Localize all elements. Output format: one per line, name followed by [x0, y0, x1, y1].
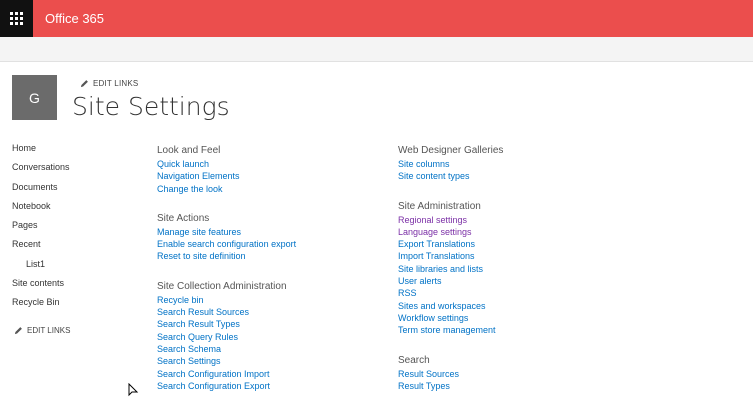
- link-user-alerts[interactable]: User alerts: [398, 275, 503, 287]
- link-workflow-settings[interactable]: Workflow settings: [398, 312, 503, 324]
- page-title: Site Settings: [72, 92, 230, 121]
- group-site-actions: Site Actions Manage site features Enable…: [157, 213, 296, 263]
- link-recycle-bin[interactable]: Recycle bin: [157, 294, 296, 306]
- link-regional-settings[interactable]: Regional settings: [398, 214, 503, 226]
- link-result-types[interactable]: Result Types: [398, 380, 503, 392]
- office365-brand-link[interactable]: Office 365: [45, 11, 104, 26]
- group-site-collection-admin: Site Collection Administration Recycle b…: [157, 281, 296, 392]
- pencil-icon: [14, 327, 22, 335]
- link-search-schema[interactable]: Search Schema: [157, 343, 296, 355]
- group-title: Search: [398, 354, 430, 366]
- nav-item-documents[interactable]: Documents: [12, 181, 132, 200]
- link-site-content-types[interactable]: Site content types: [398, 170, 503, 182]
- nav-item-conversations[interactable]: Conversations: [12, 161, 132, 180]
- site-logo[interactable]: G: [12, 75, 57, 120]
- group-title: Site Actions: [157, 212, 210, 224]
- nav-item-notebook[interactable]: Notebook: [12, 200, 132, 219]
- suite-bar: Office 365: [0, 0, 753, 37]
- link-search-config-export[interactable]: Search Configuration Export: [157, 380, 296, 392]
- link-enable-search-config-export[interactable]: Enable search configuration export: [157, 238, 296, 250]
- link-site-columns[interactable]: Site columns: [398, 158, 503, 170]
- edit-links-nav[interactable]: EDIT LINKS: [14, 326, 70, 335]
- link-change-the-look[interactable]: Change the look: [157, 183, 296, 195]
- waffle-icon: [10, 12, 23, 25]
- settings-column-right: Web Designer Galleries Site columns Site…: [398, 145, 503, 410]
- edit-links-label: EDIT LINKS: [27, 326, 71, 335]
- group-title: Look and Feel: [157, 145, 221, 156]
- link-term-store-management[interactable]: Term store management: [398, 324, 503, 336]
- group-site-administration: Site Administration Regional settings La…: [398, 201, 503, 337]
- link-rss[interactable]: RSS: [398, 287, 503, 299]
- app-launcher-button[interactable]: [0, 0, 33, 37]
- group-web-designer-galleries: Web Designer Galleries Site columns Site…: [398, 145, 503, 183]
- left-navigation: Home Conversations Documents Notebook Pa…: [12, 142, 132, 316]
- link-result-sources[interactable]: Result Sources: [398, 368, 503, 380]
- link-import-translations[interactable]: Import Translations: [398, 250, 503, 262]
- ribbon-bar: [0, 37, 753, 62]
- nav-item-recent[interactable]: Recent: [12, 238, 132, 257]
- nav-item-home[interactable]: Home: [12, 142, 132, 161]
- link-language-settings[interactable]: Language settings: [398, 226, 503, 238]
- nav-item-recycle-bin[interactable]: Recycle Bin: [12, 296, 132, 315]
- link-site-libraries-and-lists[interactable]: Site libraries and lists: [398, 263, 503, 275]
- group-title: Web Designer Galleries: [398, 145, 504, 156]
- nav-item-list1[interactable]: List1: [12, 258, 132, 277]
- link-navigation-elements[interactable]: Navigation Elements: [157, 170, 296, 182]
- link-export-translations[interactable]: Export Translations: [398, 238, 503, 250]
- link-search-settings[interactable]: Search Settings: [157, 355, 296, 367]
- link-search-result-sources[interactable]: Search Result Sources: [157, 306, 296, 318]
- edit-links-top[interactable]: EDIT LINKS: [80, 79, 138, 88]
- link-search-config-import[interactable]: Search Configuration Import: [157, 368, 296, 380]
- group-search: Search Result Sources Result Types: [398, 355, 503, 393]
- group-title: Site Administration: [398, 200, 481, 212]
- link-quick-launch[interactable]: Quick launch: [157, 158, 296, 170]
- pencil-icon: [80, 80, 88, 88]
- link-reset-to-site-definition[interactable]: Reset to site definition: [157, 250, 296, 262]
- settings-column-left: Look and Feel Quick launch Navigation El…: [157, 145, 296, 410]
- link-manage-site-features[interactable]: Manage site features: [157, 226, 296, 238]
- link-search-query-rules[interactable]: Search Query Rules: [157, 331, 296, 343]
- edit-links-label: EDIT LINKS: [93, 79, 139, 88]
- nav-item-pages[interactable]: Pages: [12, 219, 132, 238]
- group-title: Site Collection Administration: [157, 280, 287, 292]
- link-sites-and-workspaces[interactable]: Sites and workspaces: [398, 300, 503, 312]
- group-look-and-feel: Look and Feel Quick launch Navigation El…: [157, 145, 296, 195]
- link-search-result-types[interactable]: Search Result Types: [157, 318, 296, 330]
- nav-item-site-contents[interactable]: Site contents: [12, 277, 132, 296]
